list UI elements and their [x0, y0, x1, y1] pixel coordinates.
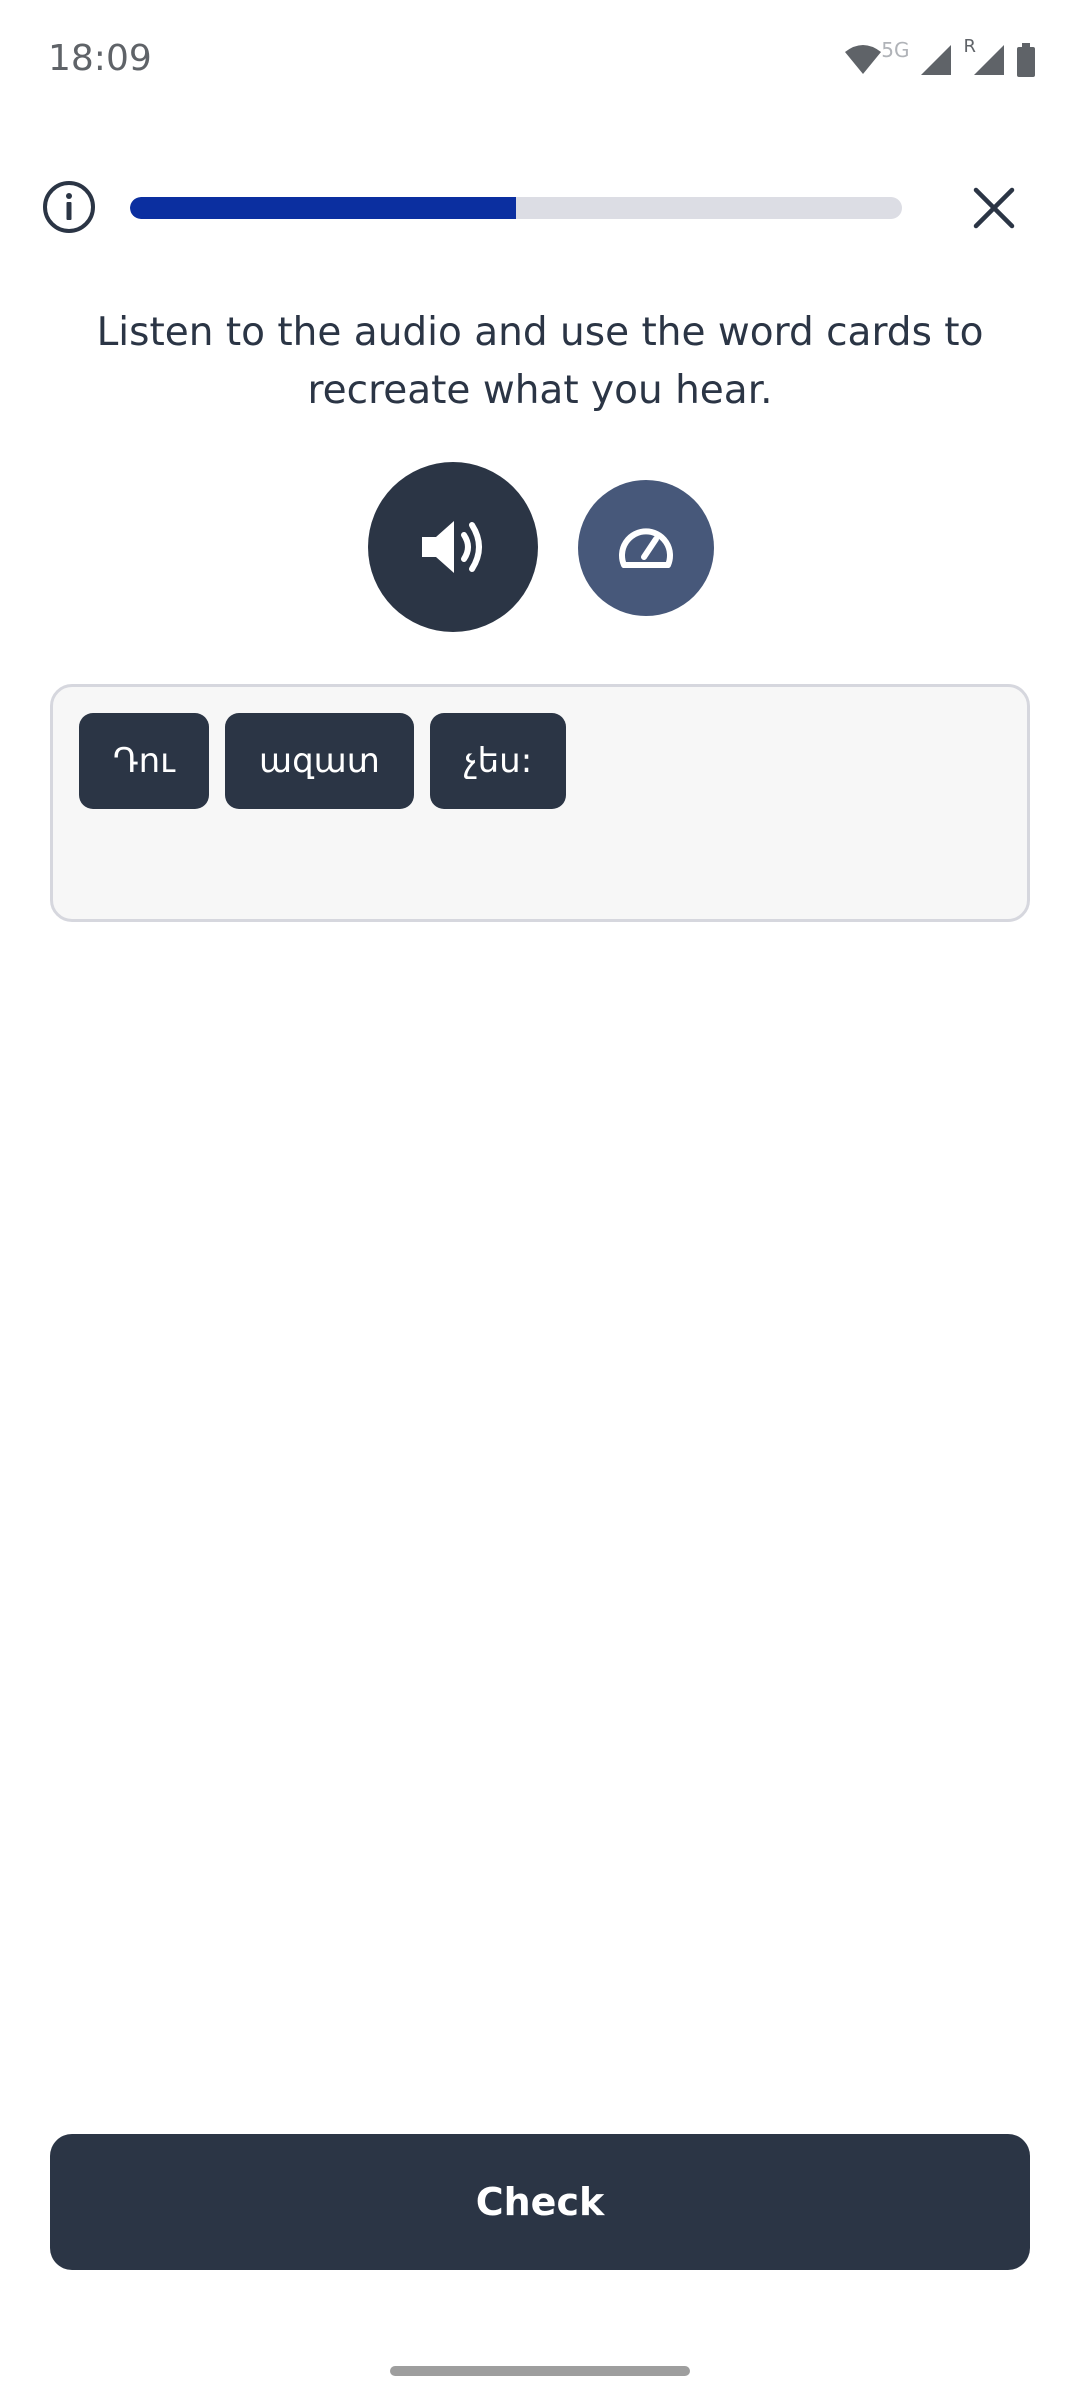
- speaker-icon: [422, 521, 482, 573]
- wifi-icon: [845, 45, 882, 74]
- word-card[interactable]: ազատ: [224, 713, 414, 809]
- check-button[interactable]: Check: [50, 2134, 1030, 2270]
- status-time: 18:09: [48, 38, 152, 79]
- slow-audio-button[interactable]: [578, 480, 714, 616]
- answer-area[interactable]: Դու ազատ չես:: [50, 684, 1030, 922]
- status-icons: 5G R: [843, 36, 1036, 80]
- signal-icon: [921, 45, 952, 75]
- status-bar: 18:09 5G R: [0, 0, 1080, 124]
- lesson-progress-fill: [130, 197, 516, 219]
- home-indicator[interactable]: [390, 2366, 690, 2376]
- battery-icon: [1017, 43, 1035, 77]
- close-icon: [973, 187, 1015, 229]
- play-audio-button[interactable]: [368, 462, 538, 632]
- signal-roaming-icon: [974, 45, 1004, 75]
- roaming-label: R: [963, 35, 976, 57]
- info-circle-icon: [43, 181, 95, 233]
- word-card[interactable]: չես:: [429, 713, 567, 809]
- info-button[interactable]: [42, 180, 96, 234]
- exercise-instruction: Listen to the audio and use the word car…: [96, 310, 984, 413]
- close-button[interactable]: [968, 182, 1020, 234]
- network-type-label: 5G: [881, 38, 910, 62]
- word-card[interactable]: Դու: [79, 713, 209, 809]
- speedometer-icon: [619, 528, 673, 568]
- lesson-progress-bar: [130, 197, 902, 219]
